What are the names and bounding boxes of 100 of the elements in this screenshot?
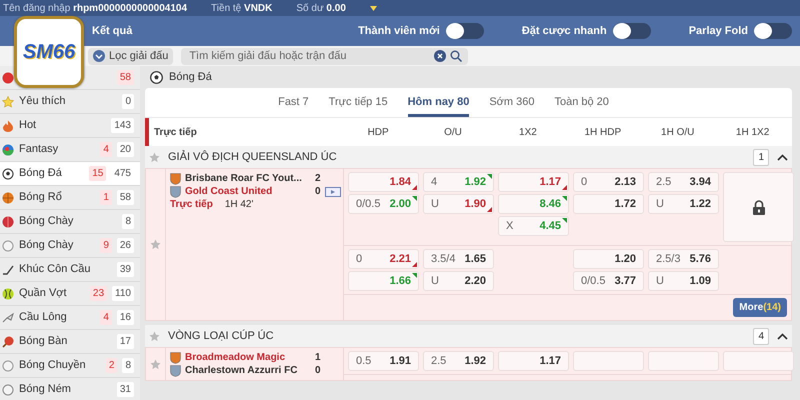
search-icon[interactable] [450,50,462,62]
event-count: 110 [112,286,134,301]
sidebar-item[interactable]: Khúc Côn Cầu 39 [0,258,140,282]
odds-cell[interactable]: 1.20 [573,249,644,269]
odds-cell[interactable]: U 1.09 [648,271,719,291]
live-count: 2 [106,358,118,373]
sport-label: Fantasy [19,142,60,158]
tab[interactable]: Toàn bộ 20 [554,88,609,118]
corner-triangle-icon [487,207,492,212]
odds-cell[interactable]: 1.17 [498,172,569,192]
sidebar-item[interactable]: Bóng Chày 9 26 [0,234,140,258]
sidebar-item[interactable]: Cầu Lông 4 16 [0,306,140,330]
corner-triangle-icon [562,218,567,223]
live-count: 4 [100,142,112,157]
live-count: 15 [89,166,106,181]
sidebar-item[interactable]: Bóng Ném 31 [0,378,140,400]
tab[interactable]: Fast 7 [278,88,309,118]
sidebar-item[interactable]: Bóng Chày 8 [0,210,140,234]
score: 2 [315,172,321,186]
team-name: Broadmeadow Magic [185,351,286,365]
odds-cell[interactable]: 0.5 1.91 [348,351,419,371]
caret-icon[interactable] [370,6,377,10]
corner-triangle-icon [562,196,567,201]
empty-odds-cell [648,351,719,371]
toggle-switch[interactable] [446,23,484,39]
corner-triangle-icon [487,174,492,179]
sport-label: Cầu Lông [19,310,68,326]
toggle-switch[interactable] [612,23,651,39]
corner-triangle-icon [562,185,567,190]
sidebar-item[interactable]: Bóng Rổ 1 58 [0,186,140,210]
live-status: Trực tiếp [170,198,213,212]
star-icon[interactable] [149,330,160,342]
event-count: 58 [116,190,134,205]
empty-odds-cell [573,351,644,371]
odds-cell[interactable]: 0/0.5 3.77 [573,271,644,291]
odds-cell[interactable]: 2.5 1.92 [423,351,494,371]
odds-cell[interactable]: 1.84 [348,172,419,192]
odds-cell[interactable]: 2.5/3 5.76 [648,249,719,269]
star-icon[interactable] [150,239,161,250]
odds-cell[interactable]: 3.5/4 1.65 [423,249,494,269]
sport-icon [2,72,14,84]
sidebar-item[interactable]: Quần Vợt 23 110 [0,282,140,306]
shuttlecock-icon [2,312,14,324]
odds-cell[interactable]: X 4.45 [498,216,569,236]
sport-label: Bóng Chày [19,214,74,230]
sidebar-item[interactable]: Bóng Chuyền 2 8 [0,354,140,378]
soccer-ball-icon [150,70,163,84]
username-text: Tên đăng nhập rhpm0000000000004104 [3,2,188,16]
sport-label: Bóng Đá [19,166,63,182]
clear-icon[interactable] [434,50,446,62]
live-count: 4 [100,310,112,325]
sidebar-item[interactable]: Hot 143 [0,114,140,138]
odds-cell[interactable]: 4 1.92 [423,172,494,192]
column-header: 1X2 [518,126,538,140]
sport-label: Khúc Côn Cầu [19,262,92,278]
soccer-ball-icon [2,168,14,180]
tab[interactable]: Hôm nay 80 [408,88,470,118]
results-link[interactable]: Kết quả [92,22,132,40]
event-count: 17 [116,334,134,349]
tab[interactable]: Trực tiếp 15 [328,88,388,118]
live-count: 9 [100,238,112,253]
tab[interactable]: Sớm 360 [489,88,534,118]
sport-label: Bóng Bàn [19,334,68,350]
sport-title: Bóng Đá [169,70,212,85]
chevron-up-icon[interactable] [777,154,788,160]
currency-text: Tiền tệ VNDK [211,2,272,16]
paddle-icon [2,336,14,348]
star-icon[interactable] [150,358,161,370]
event-count: 31 [116,382,134,397]
odds-cell[interactable]: 0/0.5 2.00 [348,194,419,214]
search-field[interactable]: Tìm kiếm giải đấu hoặc trận đấu [181,48,468,64]
match-count: 1 [753,148,769,166]
odds-cell[interactable]: 0 2.13 [573,172,644,192]
odds-cell[interactable]: U 1.90 [423,194,494,214]
odds-cell[interactable]: U 1.22 [648,194,719,214]
league-name: GIẢI VÔ ĐỊCH QUEENSLAND ÚC [168,149,338,165]
more-button[interactable]: More(14) [733,298,787,317]
sidebar-item[interactable]: Bóng Bàn 17 [0,330,140,354]
star-icon[interactable] [149,152,160,162]
sidebar-item[interactable]: Bóng Đá 15 475 [0,162,140,186]
odds-cell[interactable]: 1.17 [498,351,569,371]
event-count: 8 [122,214,134,229]
sport-label: Bóng Rổ [19,190,63,206]
event-count: 20 [116,142,134,157]
odds-cell[interactable]: 0 2.21 [348,249,419,269]
team-crest-icon [170,172,181,184]
sidebar-item[interactable]: Yêu thích 0 [0,90,140,114]
team-crest-icon [170,364,181,376]
odds-cell[interactable]: U 2.20 [423,271,494,291]
chevron-down-icon [93,50,105,62]
match-count: 4 [753,328,769,344]
odds-cell[interactable]: 2.5 3.94 [648,172,719,192]
column-header: O/U [443,126,463,140]
chevron-up-icon[interactable] [777,332,788,340]
odds-cell[interactable]: 1.72 [573,194,644,214]
ball-icon [2,216,14,228]
score: 0 [315,185,321,199]
filter-button[interactable]: Lọc giải đấu [88,48,174,64]
flame-icon [2,120,14,132]
toggle-switch[interactable] [754,23,792,39]
